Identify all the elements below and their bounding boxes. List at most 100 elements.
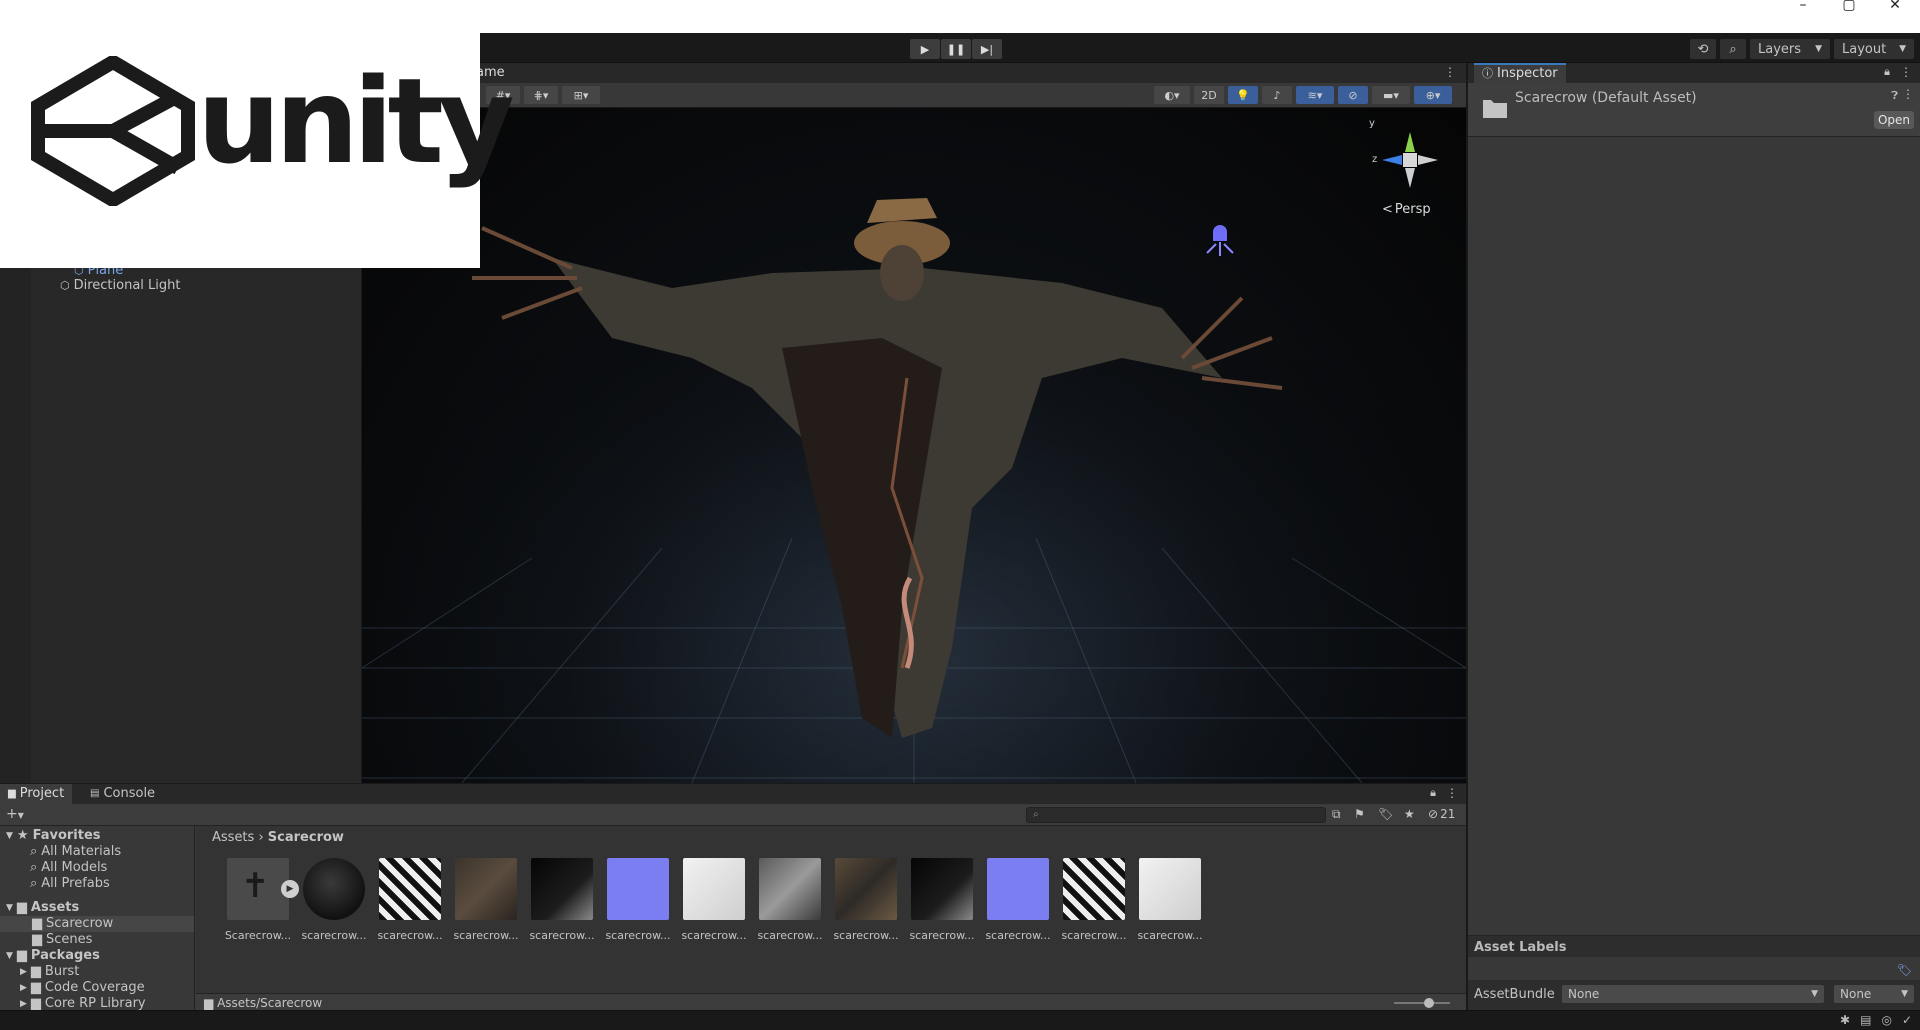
tag-icon[interactable]: 🏷︎ <box>1378 807 1393 821</box>
effects-toggle-button[interactable]: ≋▾ <box>1296 86 1334 104</box>
tree-assets[interactable]: ▼ ▆ Assets <box>0 900 194 916</box>
tab-project[interactable]: ▆ Project <box>0 784 73 804</box>
breadcrumb: Assets › Scarecrow <box>212 830 344 845</box>
pause-button[interactable]: ❚❚ <box>941 39 971 59</box>
project-panel: ▆ Project ▤ Console 🔒︎ ⋮ +▼ ⌕ ⧉ ⚑ 🏷︎ ★ ⊘… <box>0 783 1466 1011</box>
increment-snap-button[interactable]: ⊞▾ <box>562 86 600 104</box>
breadcrumb-current[interactable]: Scarecrow <box>268 830 344 845</box>
asset-bundle-row: AssetBundle None ▼ None ▼ <box>1468 980 1920 1010</box>
asset-thumbnail <box>987 858 1049 920</box>
layout-dropdown[interactable]: Layout ▼ <box>1834 39 1914 59</box>
asset-item[interactable]: scarecrow... <box>528 858 596 942</box>
folder-icon: ▆ <box>30 996 41 1011</box>
project-folder-tree: ▼ ★ Favorites ⌕ All Materials ⌕ All Mode… <box>0 826 195 1011</box>
tab-inspector[interactable]: ⓘ Inspector <box>1474 63 1566 83</box>
shading-mode-button[interactable]: ◐▾ <box>1154 86 1190 104</box>
asset-item[interactable]: scarecrow... <box>756 858 824 942</box>
search-by-type-icon[interactable]: ⧉ <box>1332 807 1341 822</box>
expand-play-icon[interactable]: ▶ <box>281 880 299 898</box>
chevron-down-icon: ▼ <box>17 811 24 820</box>
asset-variant-dropdown[interactable]: None ▼ <box>1834 985 1914 1003</box>
folder-open-icon: ▆ <box>16 948 27 963</box>
camera-settings-button[interactable]: ▬▾ <box>1372 86 1410 104</box>
asset-item[interactable]: scarecrow... <box>680 858 748 942</box>
asset-thumbnail: ✝ ▶ <box>227 858 299 920</box>
maximize-icon[interactable]: ▢ <box>1826 0 1872 33</box>
search-by-label-icon[interactable]: ⚑ <box>1354 807 1365 821</box>
favorite-star-icon[interactable]: ★ <box>1404 807 1415 821</box>
search-button[interactable]: ⌕ <box>1720 39 1746 59</box>
create-button[interactable]: +▼ <box>6 806 24 822</box>
open-button[interactable]: Open <box>1874 111 1914 129</box>
camera-icon: ▬▾ <box>1383 88 1399 102</box>
asset-item[interactable]: scarecrow... <box>984 858 1052 942</box>
asset-name: scarecrow... <box>909 929 975 942</box>
projection-toggle[interactable]: < Persp <box>1382 202 1431 217</box>
lock-icon[interactable]: 🔒︎ <box>1430 786 1436 800</box>
asset-thumbnail <box>683 858 745 920</box>
tree-item-burst[interactable]: ▶ ▆ Burst <box>0 964 194 980</box>
inspector-tab-label: Inspector <box>1497 66 1558 81</box>
more-options-icon[interactable]: ⋮ <box>1446 786 1458 800</box>
cache-icon[interactable]: ▤ <box>1860 1013 1871 1027</box>
scene-viewport[interactable]: y z < Persp <box>362 108 1466 783</box>
asset-item[interactable]: scarecrow... <box>832 858 900 942</box>
hidden-packages-toggle[interactable]: ⊘ 21 <box>1428 807 1455 821</box>
tree-item-scenes[interactable]: ▆ Scenes <box>0 932 194 948</box>
hierarchy-item-label: Directional Light <box>73 278 181 293</box>
inspector-tabbar: ⓘ Inspector 🔒︎ ⋮ <box>1468 63 1920 83</box>
toggle-2d-button[interactable]: 2D <box>1194 86 1224 104</box>
help-icon[interactable]: ❓︎ <box>1891 89 1898 103</box>
asset-item[interactable]: scarecrow... <box>376 858 444 942</box>
tree-item-core-rp-library[interactable]: ▶ ▆ Core RP Library <box>0 996 194 1011</box>
zoom-slider-handle[interactable] <box>1424 998 1434 1008</box>
path-bar: ▆ Assets/Scarecrow <box>196 993 1466 1011</box>
tree-item-code-coverage[interactable]: ▶ ▆ Code Coverage <box>0 980 194 996</box>
tree-item-all-materials[interactable]: ⌕ All Materials <box>0 844 194 860</box>
close-icon[interactable]: ✕ <box>1872 0 1918 33</box>
project-search-input[interactable]: ⌕ <box>1026 807 1326 823</box>
tree-item-scarecrow[interactable]: ▆ Scarecrow <box>0 916 194 932</box>
lighting-toggle-button[interactable]: 💡 <box>1228 86 1258 104</box>
tree-item-all-models[interactable]: ⌕ All Models <box>0 860 194 876</box>
gizmos-button[interactable]: ⊕▾ <box>1414 86 1452 104</box>
scene-render <box>362 108 1466 783</box>
asset-item[interactable]: scarecrow... <box>908 858 976 942</box>
asset-item[interactable]: scarecrow... <box>452 858 520 942</box>
hierarchy-item-directional-light[interactable]: ⬡ Directional Light <box>60 278 181 293</box>
grid-visibility-button[interactable]: ⋕▾ <box>524 86 558 104</box>
tree-packages[interactable]: ▼ ▆ Packages <box>0 948 194 964</box>
asset-item[interactable]: ✝ ▶ Scarecrow... <box>224 858 299 942</box>
zoom-slider[interactable] <box>1394 998 1450 1008</box>
play-button[interactable]: ▶ <box>910 39 940 59</box>
tree-item-all-prefabs[interactable]: ⌕ All Prefabs <box>0 876 194 892</box>
asset-item[interactable]: scarecrow... <box>604 858 672 942</box>
more-options-icon[interactable]: ⋮ <box>1900 65 1912 79</box>
progress-check-icon[interactable]: ✓ <box>1902 1013 1912 1027</box>
history-icon: ⟲ <box>1697 41 1709 57</box>
asset-item[interactable]: scarecrow... <box>1136 858 1204 942</box>
asset-name: scarecrow... <box>757 929 823 942</box>
asset-item[interactable]: scarecrow... <box>1060 858 1128 942</box>
tree-favorites[interactable]: ▼ ★ Favorites <box>0 828 194 844</box>
debug-icon[interactable]: ✱ <box>1840 1013 1850 1027</box>
tag-icon[interactable]: 🏷︎ <box>1897 963 1912 977</box>
folder-open-icon: ▆ <box>16 900 27 915</box>
breadcrumb-root[interactable]: Assets <box>212 830 254 845</box>
shading-sphere-icon: ◐▾ <box>1164 88 1180 102</box>
asset-thumbnail <box>1063 858 1125 920</box>
auto-generate-icon[interactable]: ◎ <box>1881 1013 1891 1027</box>
more-options-icon[interactable]: ⋮ <box>1444 65 1456 79</box>
scene-visibility-button[interactable]: ⊘ <box>1338 86 1368 104</box>
asset-bundle-dropdown[interactable]: None ▼ <box>1562 985 1824 1003</box>
lock-icon[interactable]: 🔒︎ <box>1884 65 1890 79</box>
history-button[interactable]: ⟲ <box>1690 39 1716 59</box>
tab-console[interactable]: ▤ Console <box>82 784 163 804</box>
audio-toggle-button[interactable]: ♪ <box>1262 86 1292 104</box>
step-button[interactable]: ▶| <box>972 39 1002 59</box>
chevron-down-icon: ▼ <box>1899 44 1906 54</box>
layers-dropdown[interactable]: Layers ▼ <box>1750 39 1830 59</box>
asset-item[interactable]: scarecrow... <box>300 858 368 942</box>
more-options-icon[interactable]: ⋮ <box>1902 87 1914 101</box>
minimize-icon[interactable]: – <box>1780 0 1826 33</box>
